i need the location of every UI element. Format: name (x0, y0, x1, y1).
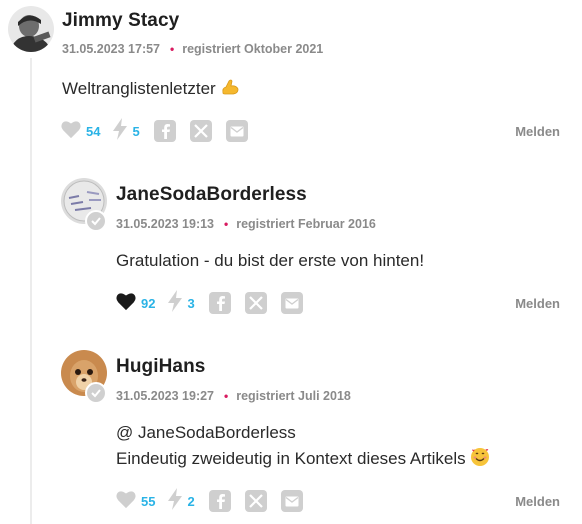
share-mail-button[interactable] (225, 120, 248, 142)
comment-text-line: @ JaneSodaBorderless (116, 423, 296, 442)
bolt-button[interactable]: 3 (167, 289, 195, 317)
facebook-icon (216, 296, 225, 311)
registration-date: registriert Februar 2016 (236, 217, 376, 231)
like-count: 92 (141, 295, 156, 311)
bolt-count: 3 (187, 295, 195, 311)
like-count: 54 (86, 123, 101, 139)
x-icon (248, 296, 263, 310)
checkmark-icon (91, 389, 101, 398)
comment-text: Weltranglistenletzter (62, 76, 240, 102)
heart-icon (115, 489, 137, 514)
comment-text-content: Weltranglistenletzter (62, 79, 216, 98)
share-mail-button[interactable] (280, 292, 303, 314)
report-link[interactable]: Melden (515, 296, 560, 311)
comment-meta: 31.05.2023 17:57 • registriert Oktober 202… (62, 42, 323, 56)
share-facebook-button[interactable] (208, 292, 231, 314)
lightning-icon (167, 487, 183, 515)
flexed-biceps-icon (220, 77, 240, 97)
timestamp: 31.05.2023 19:27 (116, 389, 215, 403)
share-facebook-button[interactable] (153, 120, 176, 142)
report-link[interactable]: Melden (515, 124, 560, 139)
bolt-count: 5 (132, 123, 140, 139)
verified-badge (85, 382, 107, 404)
share-x-button[interactable] (244, 292, 267, 314)
facebook-icon (161, 124, 170, 139)
comment-actions: 55 2 (115, 487, 317, 515)
like-button[interactable]: 92 (115, 291, 155, 316)
share-x-button[interactable] (189, 120, 212, 142)
comment-text-content: Eindeutig zweideutig in Kontext dieses A… (116, 449, 466, 468)
x-icon (193, 124, 208, 138)
lightning-icon (167, 289, 183, 317)
comment-meta: 31.05.2023 19:27 • registriert Juli 2018 (116, 389, 351, 403)
comment: Jimmy Stacy 31.05.2023 17:57 • registriert… (0, 0, 582, 160)
like-count: 55 (141, 493, 156, 509)
author-name[interactable]: Jimmy Stacy (62, 10, 179, 32)
share-facebook-button[interactable] (208, 490, 231, 512)
heart-icon (115, 291, 137, 316)
bolt-count: 2 (187, 493, 195, 509)
separator-dot: • (170, 42, 175, 56)
x-icon (248, 494, 263, 508)
timestamp: 31.05.2023 17:57 (62, 42, 161, 56)
comment-text-line: Eindeutig zweideutig in Kontext dieses A… (116, 446, 490, 472)
registration-date: registriert Oktober 2021 (182, 42, 324, 56)
smiling-face-with-hearts-icon (470, 447, 490, 467)
share-x-button[interactable] (244, 490, 267, 512)
comment-text: @ JaneSodaBorderless Eindeutig zweideuti… (116, 420, 490, 472)
registration-date: registriert Juli 2018 (236, 389, 351, 403)
comment-actions: 54 5 (60, 117, 262, 145)
comment-text: Gratulation - du bist der erste von hint… (116, 251, 425, 270)
mail-icon (285, 496, 299, 506)
checkmark-icon (91, 217, 101, 226)
separator-dot: • (224, 389, 229, 403)
author-name[interactable]: JaneSodaBorderless (116, 184, 307, 206)
facebook-icon (216, 494, 225, 509)
separator-dot: • (224, 217, 229, 231)
bolt-button[interactable]: 2 (167, 487, 195, 515)
lightning-icon (112, 117, 128, 145)
verified-badge (85, 210, 107, 232)
like-button[interactable]: 55 (115, 489, 155, 514)
bolt-button[interactable]: 5 (112, 117, 140, 145)
mail-icon (230, 126, 244, 136)
comment-reply: JaneSodaBorderless 31.05.2023 19:13 • regi… (55, 172, 582, 332)
share-mail-button[interactable] (280, 490, 303, 512)
report-link[interactable]: Melden (515, 494, 560, 509)
heart-icon (60, 119, 82, 144)
author-name[interactable]: HugiHans (116, 356, 205, 378)
like-button[interactable]: 54 (60, 119, 100, 144)
avatar[interactable] (8, 6, 54, 52)
comment-meta: 31.05.2023 19:13 • registriert Februar 201… (116, 217, 376, 231)
mail-icon (285, 298, 299, 308)
comment-reply: HugiHans 31.05.2023 19:27 • registriert Ju… (55, 344, 582, 524)
comment-actions: 92 3 (115, 289, 317, 317)
timestamp: 31.05.2023 19:13 (116, 217, 215, 231)
